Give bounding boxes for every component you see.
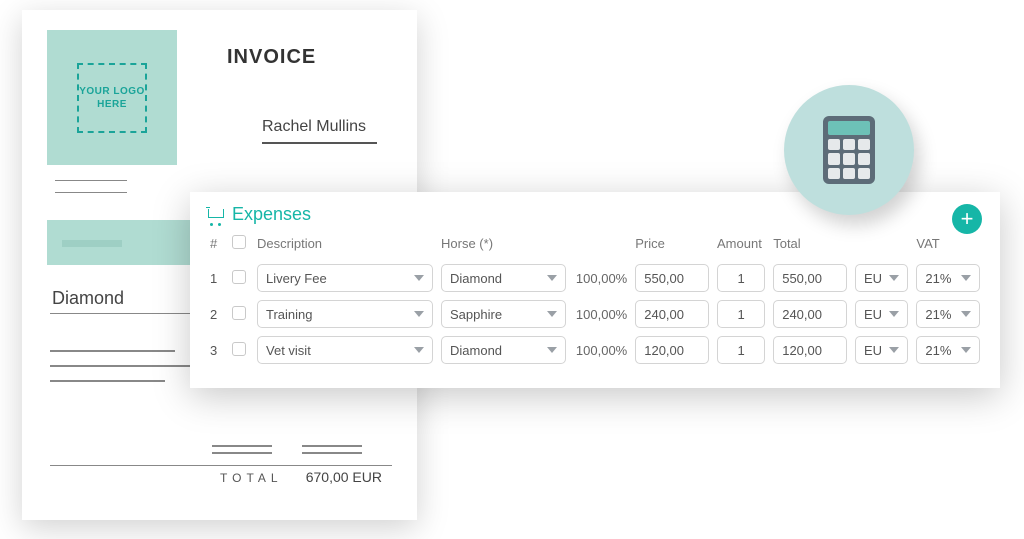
add-expense-button[interactable]: + [952, 204, 982, 234]
invoice-customer-name: Rachel Mullins [262, 118, 366, 136]
total-input[interactable]: 550,00 [773, 264, 847, 292]
logo-placeholder-block: YOUR LOGO HERE [47, 30, 177, 165]
row-checkbox[interactable] [232, 342, 246, 356]
price-input[interactable]: 550,00 [635, 264, 709, 292]
placeholder-line [50, 350, 175, 352]
table-row: 1 Livery Fee Diamond 100,00% 550,00 1 55… [206, 260, 984, 296]
placeholder-line [50, 380, 165, 382]
share-percent: 100,00% [570, 332, 631, 368]
divider [262, 142, 377, 144]
placeholder-line [50, 365, 205, 367]
description-select[interactable]: Training [257, 300, 433, 328]
row-number: 3 [206, 332, 228, 368]
divider [302, 445, 362, 447]
amount-input[interactable]: 1 [717, 336, 765, 364]
row-number: 2 [206, 296, 228, 332]
region-select[interactable]: EU [855, 336, 908, 364]
share-percent: 100,00% [570, 296, 631, 332]
calculator-icon [784, 85, 914, 215]
divider [212, 452, 272, 454]
total-input[interactable]: 120,00 [773, 336, 847, 364]
divider [55, 180, 127, 181]
invoice-title: INVOICE [227, 46, 316, 69]
col-vat: VAT [912, 231, 984, 260]
expenses-table: # Description Horse (*) Price Amount Tot… [206, 231, 984, 368]
cart-icon [206, 207, 226, 223]
invoice-total-label: TOTAL [220, 471, 283, 485]
amount-input[interactable]: 1 [717, 300, 765, 328]
description-select[interactable]: Vet visit [257, 336, 433, 364]
amount-input[interactable]: 1 [717, 264, 765, 292]
divider [50, 313, 205, 314]
vat-select[interactable]: 21% [916, 300, 980, 328]
price-input[interactable]: 120,00 [635, 336, 709, 364]
vat-select[interactable]: 21% [916, 336, 980, 364]
expenses-panel: Expenses + # Description Horse (*) Price… [190, 192, 1000, 388]
row-checkbox[interactable] [232, 270, 246, 284]
horse-select[interactable]: Diamond [441, 336, 566, 364]
col-horse: Horse (*) [437, 231, 570, 260]
logo-placeholder[interactable]: YOUR LOGO HERE [77, 63, 147, 133]
divider [212, 445, 272, 447]
placeholder-bar [62, 240, 122, 247]
horse-select[interactable]: Sapphire [441, 300, 566, 328]
select-all-checkbox[interactable] [232, 235, 246, 249]
row-checkbox[interactable] [232, 306, 246, 320]
expenses-title: Expenses [232, 204, 311, 225]
total-input[interactable]: 240,00 [773, 300, 847, 328]
region-select[interactable]: EU [855, 264, 908, 292]
col-amount: Amount [713, 231, 769, 260]
region-select[interactable]: EU [855, 300, 908, 328]
row-number: 1 [206, 260, 228, 296]
horse-select[interactable]: Diamond [441, 264, 566, 292]
table-row: 2 Training Sapphire 100,00% 240,00 1 240… [206, 296, 984, 332]
price-input[interactable]: 240,00 [635, 300, 709, 328]
divider [50, 465, 392, 466]
vat-select[interactable]: 21% [916, 264, 980, 292]
invoice-total-value: 670,00 EUR [306, 469, 382, 485]
col-price: Price [631, 231, 713, 260]
col-description: Description [253, 231, 437, 260]
col-num: # [206, 231, 228, 260]
logo-placeholder-text: YOUR LOGO HERE [79, 85, 145, 111]
description-select[interactable]: Livery Fee [257, 264, 433, 292]
table-header-row: # Description Horse (*) Price Amount Tot… [206, 231, 984, 260]
table-row: 3 Vet visit Diamond 100,00% 120,00 1 120… [206, 332, 984, 368]
divider [55, 192, 127, 193]
share-percent: 100,00% [570, 260, 631, 296]
invoice-line-item-label: Diamond [52, 288, 124, 309]
divider [302, 452, 362, 454]
col-total: Total [769, 231, 851, 260]
